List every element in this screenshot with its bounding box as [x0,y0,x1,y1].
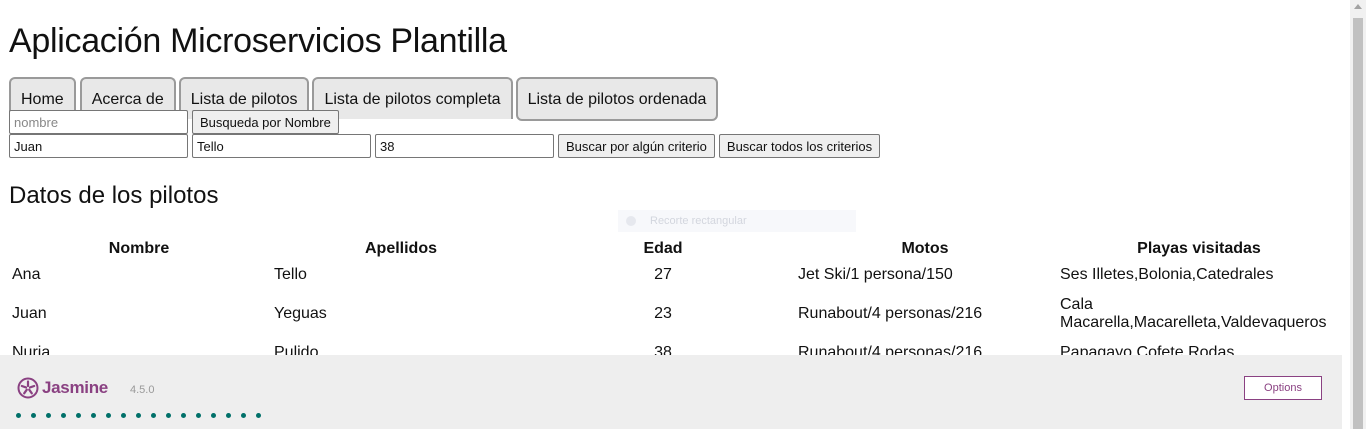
cell-nombre: Juan [12,305,47,322]
ghost-tooltip-label: Recorte rectangular [650,215,747,227]
cell-edad: 23 [654,305,672,322]
cell-playas: Ses Illetes,Bolonia,Catedrales [1060,266,1274,283]
cell-edad: 27 [654,266,672,283]
ghost-tooltip-icon [626,216,636,226]
table-header-row: Nombre Apellidos Edad Motos Playas visit… [8,237,1342,261]
spec-passed-dot[interactable] [61,413,66,418]
tab-lista-pilotos-ordenada[interactable]: Lista de pilotos ordenada [515,77,719,121]
spec-passed-dot[interactable] [196,413,201,418]
search-by-name-button[interactable]: Busqueda por Nombre [192,110,339,134]
pilots-table: Nombre Apellidos Edad Motos Playas visit… [8,237,1342,367]
name-search-input[interactable] [9,110,188,134]
cell-playas: Cala Macarella,Macarelleta,Valdevaqueros [1060,296,1327,331]
options-button[interactable]: Options [1244,376,1322,400]
section-title: Datos de los pilotos [9,182,219,209]
scroll-up-arrow-icon[interactable] [1354,4,1362,9]
ghost-tooltip: Recorte rectangular [618,210,856,232]
spec-passed-dot[interactable] [181,413,186,418]
cell-motos: Runabout/4 personas/216 [798,305,983,322]
spec-passed-dot[interactable] [151,413,156,418]
spec-passed-dot[interactable] [106,413,111,418]
spec-passed-dot[interactable] [256,413,261,418]
tab-lista-pilotos-completa[interactable]: Lista de pilotos completa [312,77,513,119]
jasmine-logo: Jasmine [17,377,108,399]
cell-apellidos: Tello [274,266,307,283]
search-any-criteria-button[interactable]: Buscar por algún criterio [558,134,715,158]
jasmine-flower-icon [17,377,39,399]
table-row: Juan Yeguas 23 Runabout/4 personas/216 C… [8,289,1342,339]
spec-passed-dot[interactable] [46,413,51,418]
jasmine-version: 4.5.0 [130,384,155,396]
cell-motos: Jet Ski/1 persona/150 [798,266,953,283]
jasmine-reporter-bar: Jasmine 4.5.0 Options [0,355,1342,429]
spec-passed-dot[interactable] [76,413,81,418]
spec-passed-dot[interactable] [241,413,246,418]
spec-passed-dot[interactable] [226,413,231,418]
header-motos: Motos [901,240,949,257]
edad-criteria-input[interactable] [375,134,554,158]
header-playas: Playas visitadas [1137,240,1261,257]
table-row: Ana Tello 27 Jet Ski/1 persona/150 Ses I… [8,261,1342,289]
vertical-scrollbar[interactable] [1350,0,1366,429]
cell-nombre: Ana [12,266,41,283]
spec-passed-dot[interactable] [166,413,171,418]
header-nombre: Nombre [108,240,170,257]
search-all-criteria-button[interactable]: Buscar todos los criterios [718,134,881,158]
spec-passed-dot[interactable] [211,413,216,418]
header-edad: Edad [643,240,683,257]
spec-passed-dot[interactable] [91,413,96,418]
apellido-criteria-input[interactable] [192,134,371,158]
app-title: Aplicación Microservicios Plantilla [9,22,507,60]
spec-passed-dot[interactable] [121,413,126,418]
jasmine-brand: Jasmine [42,378,108,397]
header-apellidos: Apellidos [364,240,437,257]
nombre-criteria-input[interactable] [9,134,188,158]
criteria-search-row: Buscar por algún criterio Buscar todos l… [9,134,881,158]
spec-passed-dot[interactable] [136,413,141,418]
spec-results-dots [16,413,261,418]
spec-passed-dot[interactable] [16,413,21,418]
scrollbar-thumb[interactable] [1353,18,1363,429]
spec-passed-dot[interactable] [31,413,36,418]
name-search-row: Busqueda por Nombre [9,110,339,134]
cell-apellidos: Yeguas [274,305,327,322]
